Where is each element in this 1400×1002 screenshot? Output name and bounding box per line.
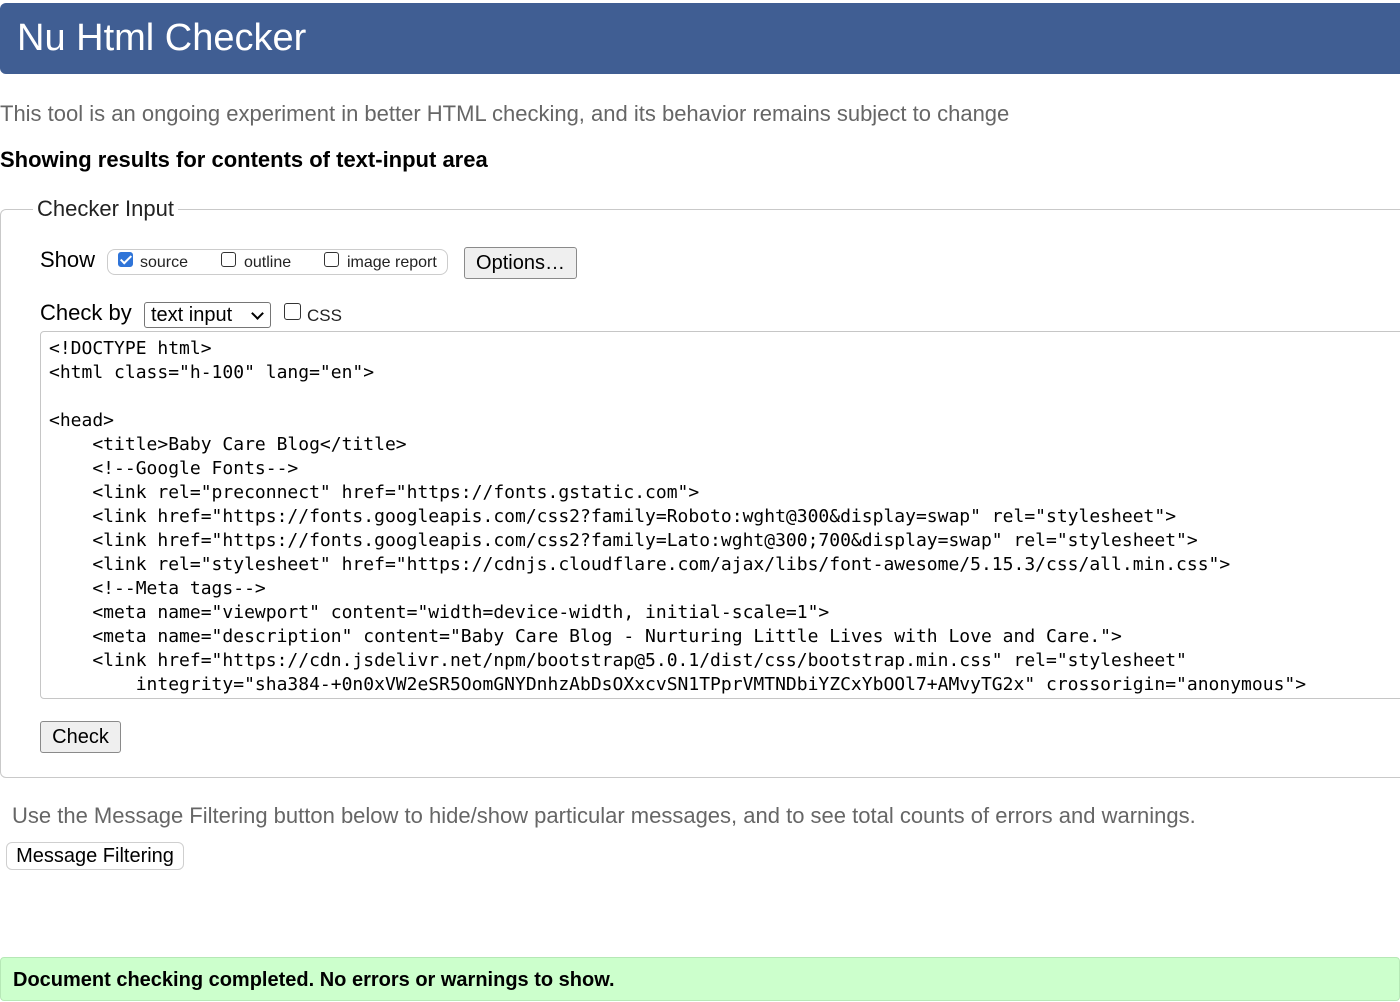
chevron-down-icon bbox=[251, 307, 264, 320]
image-report-checkbox-label[interactable]: image report bbox=[347, 254, 437, 272]
image-report-checkbox[interactable] bbox=[324, 252, 339, 267]
message-filtering-button[interactable]: Message Filtering bbox=[6, 842, 184, 870]
check-button[interactable]: Check bbox=[40, 721, 121, 753]
show-label: Show bbox=[40, 247, 96, 272]
css-checkbox[interactable] bbox=[284, 303, 301, 320]
checker-input-legend: Checker Input bbox=[37, 196, 174, 221]
page-title: Nu Html Checker bbox=[17, 17, 307, 59]
success-message: Document checking completed. No errors o… bbox=[0, 957, 1400, 1001]
page-header: Nu Html Checker bbox=[0, 3, 1400, 74]
intro-text: This tool is an ongoing experiment in be… bbox=[0, 101, 1010, 126]
source-checkbox-label[interactable]: source bbox=[140, 254, 188, 272]
outline-checkbox-label[interactable]: outline bbox=[244, 254, 291, 272]
results-heading: Showing results for contents of text-inp… bbox=[0, 147, 488, 172]
message-filtering-note: Use the Message Filtering button below t… bbox=[12, 803, 1196, 828]
source-text: <!DOCTYPE html> <html class="h-100" lang… bbox=[49, 338, 1307, 695]
check-by-label: Check by bbox=[40, 300, 132, 325]
css-checkbox-label[interactable]: CSS bbox=[307, 306, 342, 326]
outline-checkbox[interactable] bbox=[221, 252, 236, 267]
check-by-select[interactable]: text input bbox=[144, 302, 271, 328]
source-text-area[interactable]: <!DOCTYPE html> <html class="h-100" lang… bbox=[40, 331, 1400, 699]
check-by-selected-value: text input bbox=[151, 304, 233, 326]
source-checkbox[interactable] bbox=[118, 252, 133, 267]
options-button[interactable]: Options… bbox=[464, 247, 577, 279]
